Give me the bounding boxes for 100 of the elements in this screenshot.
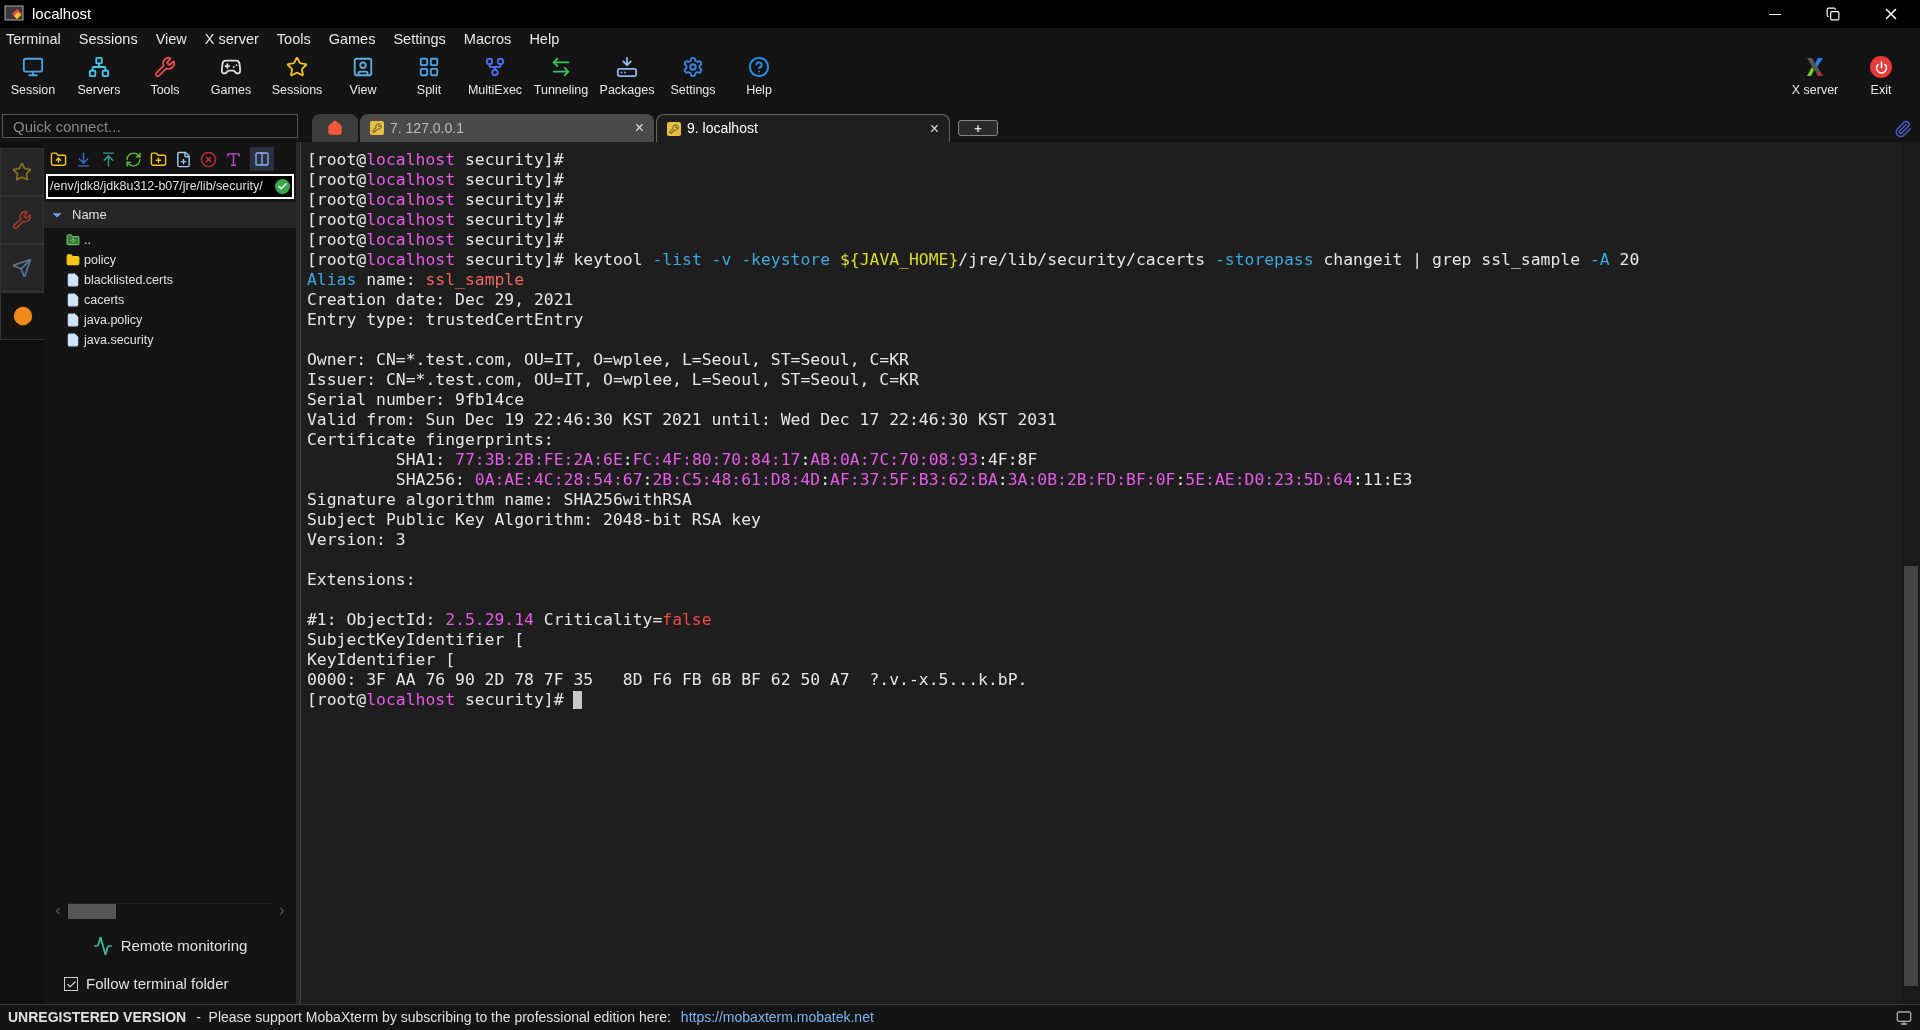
terminal-line: [root@localhost security]# [307,230,564,250]
key-icon [667,121,681,136]
side-tab[interactable] [0,244,44,292]
checkbox-label: Follow terminal folder [86,973,229,994]
terminal-line: [root@localhost security]# [307,210,564,230]
toolbar-button[interactable]: Help [726,56,792,100]
menu-item[interactable]: Sessions [78,29,138,51]
terminal-pane[interactable] [300,142,1920,1004]
folder-icon [66,253,80,267]
new-file-icon[interactable] [175,150,192,168]
menu-item[interactable]: Terminal [6,29,61,51]
menu-item[interactable]: View [155,29,187,51]
file-name[interactable]: cacerts [84,290,125,310]
terminal-line: [root@localhost security]# [307,170,564,190]
paper-plane-icon [12,258,32,278]
menu-item[interactable]: X server [204,29,259,51]
checkbox[interactable] [64,977,78,991]
file-icon [66,293,80,307]
screen-icon[interactable] [1896,1009,1912,1026]
wrench-icon [12,210,32,230]
refresh-icon[interactable] [125,150,142,168]
terminal-line: SHA1: 77:3B:2B:FE:2A:6E:FC:4F:80:70:84:17:AB:0A:7C:70:08:93:4F:8F [394,450,1038,470]
terminal-line: Certificate fingerprints: [307,430,554,450]
parent-folder-icon [66,233,80,247]
terminal-line: Creation date: Dec 29, 2021 [307,290,574,310]
terminal-line: Serial number: 9fb14ce [307,390,525,410]
toolbar-button[interactable]: MultiExec [462,56,528,100]
toolbar-button[interactable]: Packages [594,56,660,100]
toolbar-button[interactable]: Tunneling [528,56,594,100]
file-name[interactable]: blacklisted.certs [84,270,173,290]
terminal-line: Subject Public Key Algorithm: 2048-bit RSA key [307,510,761,530]
column-header[interactable]: Name [72,205,107,225]
terminal-line: [root@localhost security]# [307,690,565,710]
terminal-line: [root@localhost security]# [307,190,564,210]
terminal-line: Owner: CN=*.test.com, OU=IT, O=wplee, L=Seoul, ST=Seoul, C=KR [307,350,909,370]
terminal-line: Extensions: [307,570,416,590]
status-link[interactable]: https://mobaxterm.mobatek.net [680,1007,874,1028]
toolbar-button[interactable]: Settings [660,56,726,100]
terminal-line: Valid from: Sun Dec 19 22:46:30 KST 2021 until: Wed Dec 17 22:46:30 KST 2031 [307,410,1057,430]
toolbar-button[interactable]: Sessions [264,56,330,100]
toolbar-button[interactable]: Split [396,56,462,100]
file-name[interactable]: policy [84,250,116,270]
home-tab[interactable] [312,114,358,142]
file-name[interactable]: java.security [84,330,154,350]
session-tab[interactable]: 7. 127.0.0.1 × [360,114,654,142]
terminal-line: Signature algorithm name: SHA256withRSA [307,490,692,510]
delete-icon[interactable] [200,150,217,168]
session-tab[interactable]: 9. localhost × [656,114,950,142]
drive-icon [616,56,638,78]
terminal-line: Issuer: CN=*.test.com, OU=IT, O=wplee, L=Seoul, ST=Seoul, C=KR [307,370,919,390]
tab-close-icon[interactable]: × [634,116,644,140]
remote-monitoring-button[interactable]: Remote monitoring [44,928,296,964]
help-icon [748,56,770,78]
upload-icon[interactable] [100,150,117,168]
side-tab[interactable] [0,292,44,340]
new-folder-icon[interactable] [150,150,167,168]
toolbar-button[interactable]: Session [0,56,66,100]
toolbar-button[interactable]: Exit [1848,56,1914,100]
terminal-line: Version: 3 [307,530,406,550]
text-icon[interactable] [225,150,242,168]
grid-icon [418,56,440,78]
star-icon [286,56,308,78]
quick-connect-field[interactable]: Quick connect... [2,114,298,138]
vertical-scrollbar[interactable] [1902,142,1920,1004]
status-title: UNREGISTERED VERSION [8,1008,187,1027]
terminal-line: 0000: 3F AA 76 90 2D 78 7F 35 8D F6 FB 6B BF 62 50 A7 ?.v.-x.5...k.bP. [307,670,1028,690]
terminal-line: SHA256: 0A:AE:4C:28:54:67:2B:C5:48:61:D8:4D:AF:37:5F:B3:62:BA:3A:0B:2B:FD:BF:0F:5E:AE:D0:23:5D:64:11:E3 [394,470,1413,490]
restore-icon [1826,7,1840,21]
download-icon[interactable] [75,150,92,168]
arrows-icon [550,56,572,78]
menu-item[interactable]: Games [328,29,376,51]
toolbar-button[interactable]: Games [198,56,264,100]
window-title: localhost [32,3,92,24]
side-tab[interactable] [0,148,44,196]
folder-up-icon[interactable] [50,150,67,168]
menu-item[interactable]: Macros [463,29,512,51]
new-tab-button[interactable]: + [958,120,998,136]
file-name[interactable]: .. [84,230,91,250]
toolbar-button[interactable]: X server [1782,56,1848,100]
user-icon [352,56,374,78]
menu-item[interactable]: Tools [276,29,311,51]
file-name[interactable]: java.policy [84,310,143,330]
terminal-line: Alias name: ssl_sample [307,270,525,290]
toolbar-button[interactable]: Tools [132,56,198,100]
menu-item[interactable]: Help [529,29,560,51]
file-icon [66,273,80,287]
menu-item[interactable]: Settings [393,29,446,51]
terminal-line: #1: ObjectId: 2.5.29.14 Criticality=false [307,610,712,630]
panel-toggle-icon[interactable] [250,147,274,171]
terminal-line: SubjectKeyIdentifier [ [307,630,525,650]
wrench-icon [154,56,176,78]
x-logo-icon [1804,56,1826,78]
terminal-line: Entry type: trustedCertEntry [307,310,584,330]
toolbar-button[interactable]: View [330,56,396,100]
home-icon [327,120,343,136]
tab-close-icon[interactable]: × [929,116,939,141]
path-field[interactable]: /env/jdk8/jdk8u312-b07/jre/lib/security/ [46,174,294,199]
toolbar-button[interactable]: Servers [66,56,132,100]
minimize-icon [1769,13,1781,15]
attach-icon[interactable] [1894,120,1912,138]
